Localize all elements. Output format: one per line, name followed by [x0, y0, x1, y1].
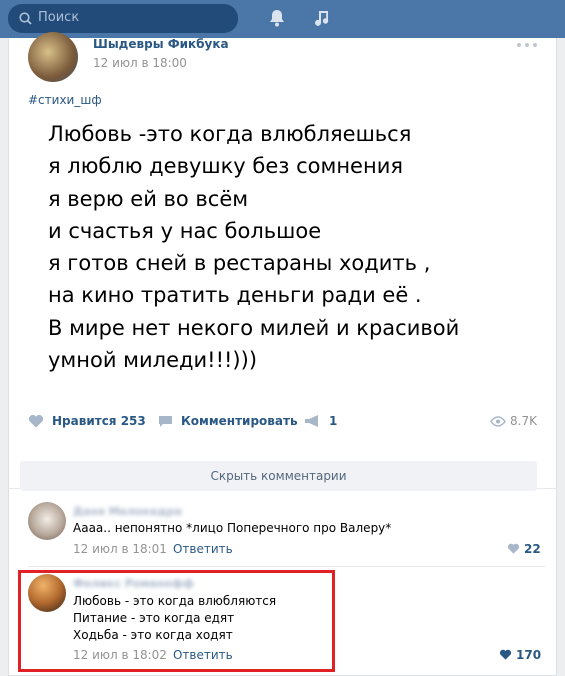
author-avatar[interactable] [28, 32, 78, 82]
highlight-box [18, 570, 335, 672]
music-icon[interactable] [312, 8, 332, 28]
hide-comments-button[interactable]: Скрыть комментарии [20, 461, 537, 491]
comment-button[interactable]: Комментировать [181, 414, 298, 428]
poem-line: Любовь -это когда влюбляешься [48, 122, 412, 146]
comment-meta: 12 июл в 18:01 Ответить [73, 542, 233, 556]
commenter-name[interactable]: Даня Мелокедра [73, 505, 182, 518]
poem-line: я люблю девушку без сомнения [48, 154, 403, 179]
bell-icon[interactable] [267, 8, 287, 28]
like-count: 253 [120, 414, 146, 428]
comment-divider [28, 566, 545, 567]
poem-line: я готов сней в рестараны ходить , [48, 251, 431, 276]
share-icon[interactable] [304, 414, 322, 428]
comment-date[interactable]: 12 июл в 18:01 [73, 542, 167, 556]
like-label: Нравится [52, 414, 117, 428]
comment-like-count[interactable]: 170 [516, 648, 541, 662]
post-author[interactable]: Шыдевры Фикбука [93, 37, 229, 51]
poem-line: В мире нет некого милей и красивой [48, 315, 460, 340]
poem-line: и счастья у нас большое [48, 218, 322, 243]
more-icon[interactable] [515, 41, 539, 49]
comment-icon[interactable] [158, 415, 173, 428]
comment-like-count[interactable]: 22 [524, 542, 541, 556]
search-placeholder: Поиск [38, 10, 80, 25]
heart-icon[interactable] [499, 649, 512, 660]
post-text: Любовь -это когда влюбляешься я люблю де… [48, 118, 459, 376]
reply-button[interactable]: Ответить [173, 542, 233, 556]
poem-line: на кино тратить деньги ради её . [48, 283, 422, 308]
search-input[interactable]: Поиск [8, 4, 238, 33]
poem-line: умной миледи!!!))) [48, 348, 258, 373]
commenter-avatar[interactable] [28, 502, 66, 540]
poem-line: я верю ей во всём [48, 186, 249, 211]
comment-text: Аааа.. непонятно *лицо Поперечного про В… [73, 521, 392, 535]
eye-icon [490, 416, 506, 427]
heart-icon[interactable] [507, 543, 520, 554]
views-count: 8.7K [510, 414, 537, 428]
top-bar: Поиск [0, 0, 565, 38]
search-icon [19, 12, 32, 25]
heart-icon[interactable] [28, 414, 44, 428]
post-date[interactable]: 12 июл в 18:00 [93, 56, 187, 70]
like-button[interactable]: Нравится 253 [52, 414, 146, 428]
post-hashtag[interactable]: #стихи_шф [28, 93, 102, 107]
share-count[interactable]: 1 [329, 414, 337, 428]
